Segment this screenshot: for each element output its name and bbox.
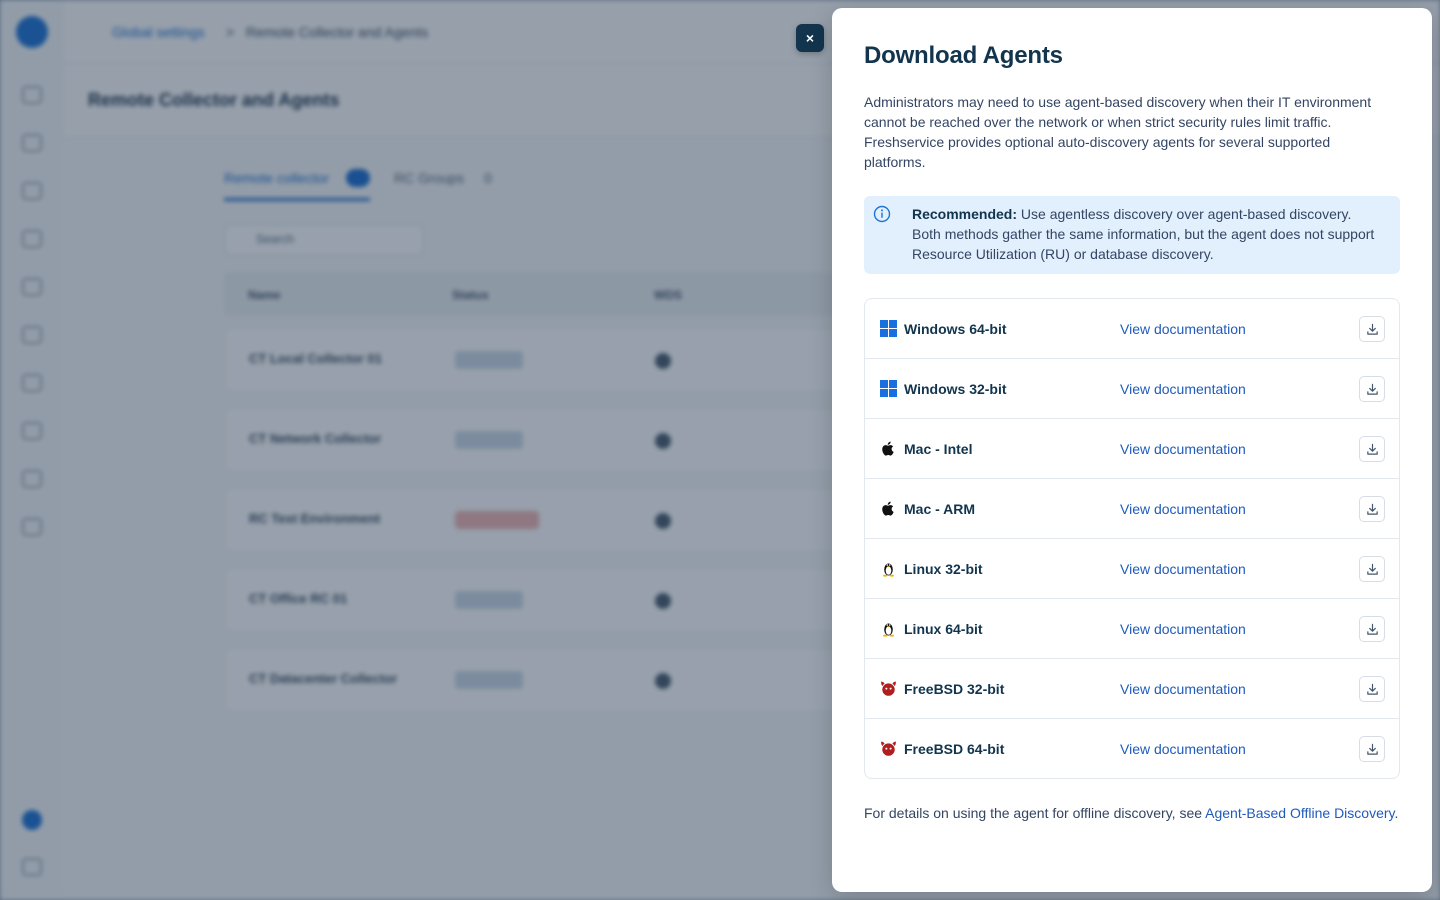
- download-button[interactable]: [1359, 736, 1385, 762]
- agent-name: Windows 32-bit: [904, 380, 1007, 397]
- agent-name: Mac - Intel: [904, 440, 973, 457]
- download-icon: [1366, 743, 1379, 756]
- info-icon: [873, 205, 891, 223]
- drawer-title: Download Agents: [864, 42, 1063, 69]
- linux-icon: [880, 560, 897, 577]
- download-agents-drawer: Download Agents Administrators may need …: [832, 8, 1432, 892]
- download-icon: [1366, 683, 1379, 696]
- view-documentation-link[interactable]: View documentation: [1120, 501, 1246, 517]
- view-documentation-link[interactable]: View documentation: [1120, 561, 1246, 577]
- windows-icon: [880, 320, 897, 337]
- apple-icon: [880, 440, 897, 457]
- download-icon: [1366, 383, 1379, 396]
- agent-name: FreeBSD 64-bit: [904, 740, 1005, 757]
- agent-row: Mac - ARM View documentation: [865, 479, 1399, 539]
- apple-icon: [880, 500, 897, 517]
- download-button[interactable]: [1359, 616, 1385, 642]
- download-button[interactable]: [1359, 556, 1385, 582]
- download-button[interactable]: [1359, 316, 1385, 342]
- download-icon: [1366, 323, 1379, 336]
- download-button[interactable]: [1359, 376, 1385, 402]
- agent-name: Mac - ARM: [904, 500, 976, 517]
- agent-row: FreeBSD 64-bit View documentation: [865, 719, 1399, 778]
- view-documentation-link[interactable]: View documentation: [1120, 741, 1246, 757]
- agent-name: Linux 32-bit: [904, 560, 983, 577]
- callout-title: Recommended:: [912, 206, 1018, 222]
- drawer-footer: For details on using the agent for offli…: [864, 803, 1400, 823]
- download-button[interactable]: [1359, 496, 1385, 522]
- view-documentation-link[interactable]: View documentation: [1120, 321, 1246, 337]
- agent-row: Mac - Intel View documentation: [865, 419, 1399, 479]
- agent-row: Linux 64-bit View documentation: [865, 599, 1399, 659]
- footer-text: For details on using the agent for offli…: [864, 805, 1206, 821]
- close-button[interactable]: ×: [796, 24, 824, 52]
- agent-name: Linux 64-bit: [904, 620, 983, 637]
- download-icon: [1366, 563, 1379, 576]
- freebsd-icon: [880, 680, 897, 697]
- linux-icon: [880, 620, 897, 637]
- agent-row: Windows 32-bit View documentation: [865, 359, 1399, 419]
- agent-list: Windows 64-bit View documentation Windows…: [864, 298, 1400, 779]
- download-button[interactable]: [1359, 676, 1385, 702]
- view-documentation-link[interactable]: View documentation: [1120, 381, 1246, 397]
- download-icon: [1366, 623, 1379, 636]
- agent-name: Windows 64-bit: [904, 320, 1007, 337]
- view-documentation-link[interactable]: View documentation: [1120, 441, 1246, 457]
- agent-row: FreeBSD 32-bit View documentation: [865, 659, 1399, 719]
- footer-end: .: [1394, 805, 1399, 821]
- agent-row: Windows 64-bit View documentation: [865, 299, 1399, 359]
- view-documentation-link[interactable]: View documentation: [1120, 621, 1246, 637]
- agent-row: Linux 32-bit View documentation: [865, 539, 1399, 599]
- view-documentation-link[interactable]: View documentation: [1120, 681, 1246, 697]
- download-icon: [1366, 443, 1379, 456]
- drawer-intro: Administrators may need to use agent-bas…: [864, 94, 1372, 170]
- close-icon: ×: [805, 30, 815, 46]
- download-button[interactable]: [1359, 436, 1385, 462]
- freebsd-icon: [880, 740, 897, 757]
- offline-discovery-link[interactable]: Agent-Based Offline Discovery: [1205, 805, 1394, 821]
- agent-name: FreeBSD 32-bit: [904, 680, 1005, 697]
- windows-icon: [880, 380, 897, 397]
- recommendation-callout: Recommended: Use agentless discovery ove…: [864, 196, 1400, 274]
- download-icon: [1366, 503, 1379, 516]
